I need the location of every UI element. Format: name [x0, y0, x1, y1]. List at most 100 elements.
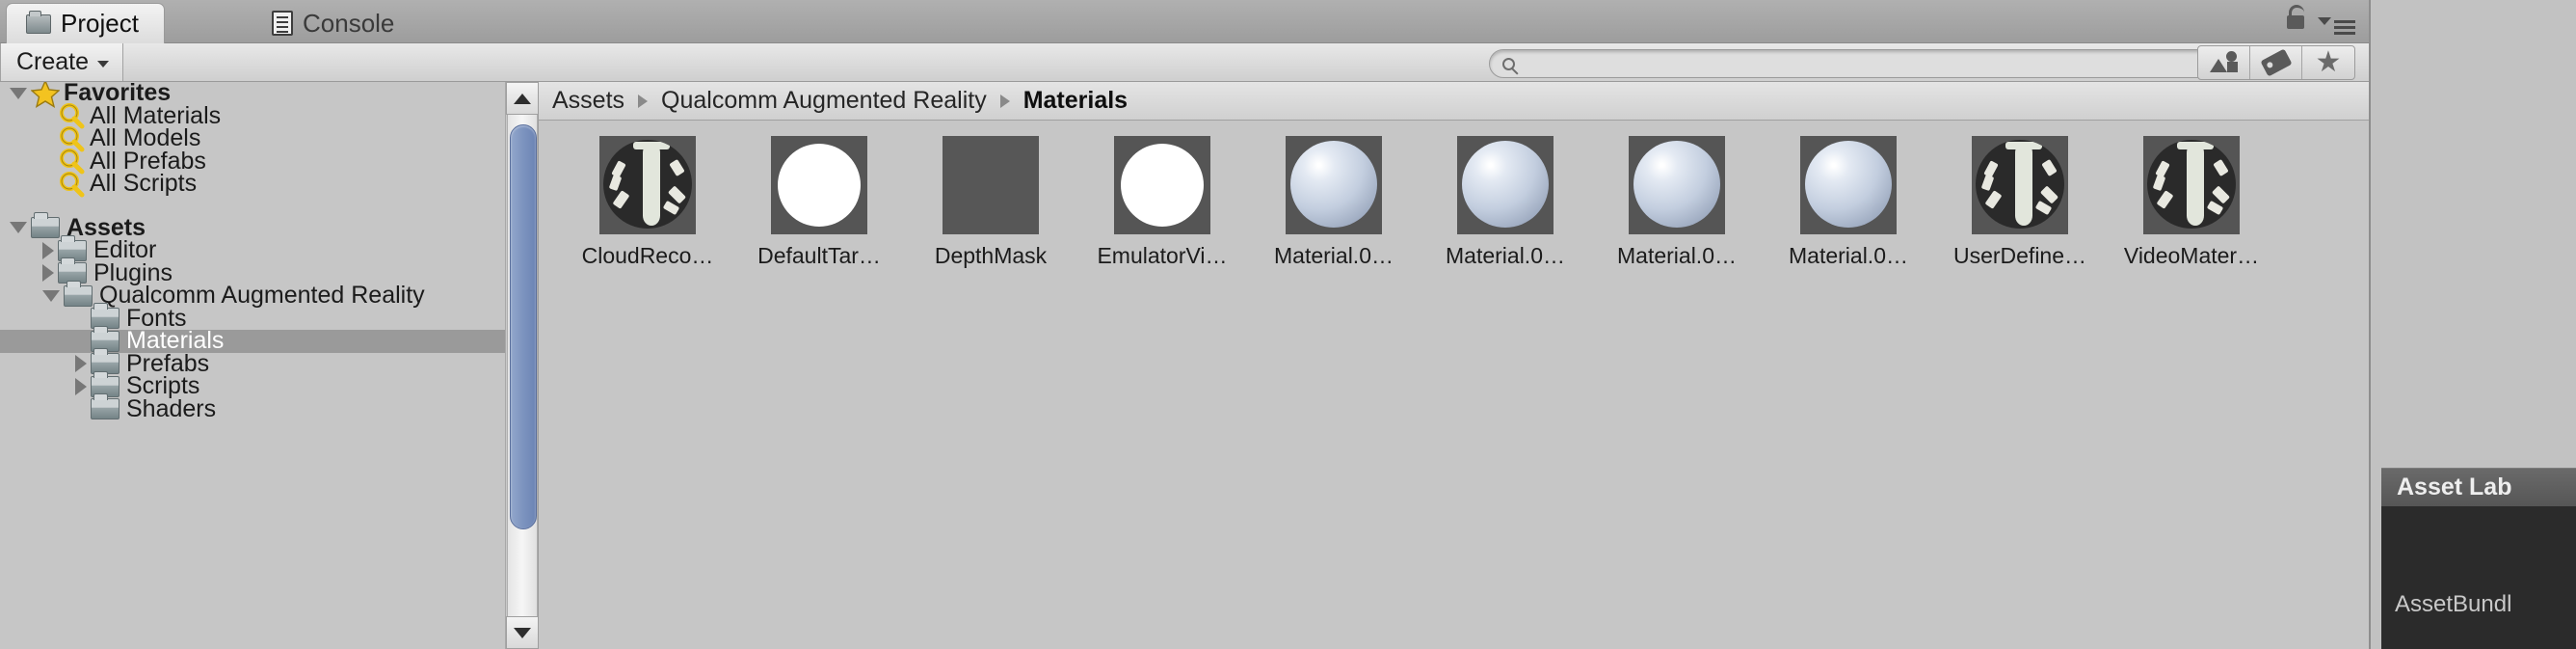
asset-grid: CloudReco… DefaultTar… DepthMask EmulatorVi…	[539, 121, 2369, 649]
scroll-up-arrow-icon[interactable]	[506, 82, 538, 115]
tree-item-qualcomm-augmented-reality[interactable]: Qualcomm Augmented Reality	[0, 280, 538, 309]
search-container	[1489, 49, 2241, 78]
asset-labels-body: AssetBundl	[2381, 506, 2576, 649]
folder-icon	[64, 280, 93, 307]
twirl-placeholder	[75, 409, 87, 410]
twirl-placeholder	[75, 318, 87, 319]
asset-grid-item[interactable]: CloudReco…	[562, 136, 733, 269]
asset-thumbnail	[1114, 136, 1210, 234]
tab-console-label: Console	[303, 8, 395, 38]
asset-item-label: UserDefine…	[1952, 243, 2087, 268]
tree-item-materials[interactable]: Materials	[0, 325, 538, 354]
asset-item-label: Material.0…	[1446, 243, 1565, 268]
marker-texture-sphere-preview	[2147, 140, 2236, 229]
white-sphere-preview	[1121, 144, 1204, 227]
asset-grid-item[interactable]: Material.0…	[1420, 136, 1591, 269]
asset-item-label: DepthMask	[934, 243, 1048, 268]
tree-item-favorites[interactable]: Favorites	[0, 82, 538, 108]
options-menu-icon[interactable]	[2318, 17, 2355, 25]
tree-item-fonts[interactable]: Fonts	[0, 303, 538, 332]
marker-texture-sphere-preview	[603, 140, 692, 229]
asset-grid-item[interactable]: EmulatorVi…	[1076, 136, 1248, 269]
tree-item-all-models[interactable]: All Models	[0, 124, 538, 152]
tree-scrollbar[interactable]	[505, 82, 538, 649]
tree-item-all-materials[interactable]: All Materials	[0, 102, 538, 129]
create-button[interactable]: Create	[0, 43, 124, 81]
scroll-down-arrow-icon[interactable]	[506, 616, 538, 649]
asset-grid-item[interactable]: DefaultTar…	[733, 136, 905, 269]
filter-by-label-button[interactable]	[2250, 46, 2302, 79]
twirl-down-icon[interactable]	[42, 289, 60, 302]
window-controls	[2287, 5, 2355, 29]
asset-item-label: CloudReco…	[581, 243, 714, 268]
shaded-sphere-preview	[1633, 141, 1720, 228]
search-input[interactable]	[1515, 51, 2240, 76]
asset-item-label: DefaultTar…	[757, 243, 881, 268]
tab-project[interactable]: Project	[6, 3, 165, 43]
asset-thumbnail	[771, 136, 867, 234]
tree-item-all-scripts[interactable]: All Scripts	[0, 170, 538, 198]
asset-thumbnail	[1972, 136, 2068, 234]
folder-icon	[91, 393, 120, 420]
twirl-down-icon[interactable]	[10, 222, 27, 234]
breadcrumb-item[interactable]: Qualcomm Augmented Reality	[661, 87, 987, 115]
asset-thumbnail	[943, 136, 1039, 234]
tree-item-label: Shaders	[126, 394, 217, 422]
asset-thumbnail	[1457, 136, 1554, 234]
asset-grid-item[interactable]: Material.0…	[1248, 136, 1420, 269]
asset-item-label: VideoMater…	[2123, 243, 2260, 268]
tab-console[interactable]: Console	[252, 3, 419, 43]
twirl-placeholder	[75, 340, 87, 341]
tree-item-shaders[interactable]: Shaders	[0, 393, 538, 422]
tree-item-label: All Scripts	[90, 170, 198, 198]
folder-tree-pane: Favorites All Materials All Models All Pref…	[0, 82, 538, 649]
asset-thumbnail	[599, 136, 696, 234]
breadcrumb-separator-icon	[638, 94, 649, 108]
filter-favorites-button[interactable]: ★	[2302, 46, 2354, 79]
tree-item-editor[interactable]: Editor	[0, 234, 538, 263]
twirl-right-icon[interactable]	[75, 377, 87, 395]
twirl-placeholder	[42, 138, 54, 139]
twirl-down-icon[interactable]	[10, 87, 27, 99]
tree-scrollbar-track[interactable]	[507, 115, 538, 616]
folder-tree: Favorites All Materials All Models All Pref…	[0, 82, 538, 422]
twirl-right-icon[interactable]	[42, 241, 54, 259]
asset-item-label: Material.0…	[1274, 243, 1394, 268]
twirl-right-icon[interactable]	[75, 355, 87, 373]
tree-scrollbar-thumb[interactable]	[510, 124, 537, 529]
asset-grid-item[interactable]: DepthMask	[905, 136, 1076, 269]
shaded-sphere-preview	[1462, 141, 1549, 228]
window-tab-strip: Project Console	[0, 0, 2369, 43]
breadcrumb-item[interactable]: Materials	[1023, 87, 1128, 115]
tree-item-scripts[interactable]: Scripts	[0, 370, 538, 399]
asset-thumbnail	[1800, 136, 1897, 234]
breadcrumb-item[interactable]: Assets	[552, 87, 624, 115]
twirl-right-icon[interactable]	[42, 264, 54, 283]
tree-item-assets[interactable]: Assets	[0, 212, 538, 241]
tag-icon	[2259, 48, 2293, 77]
twirl-placeholder	[42, 116, 54, 117]
asset-grid-item[interactable]: Material.0…	[1591, 136, 1763, 269]
folder-icon	[26, 10, 51, 34]
folder-icon	[31, 212, 60, 239]
filter-by-type-button[interactable]	[2198, 46, 2250, 79]
tree-item-all-prefabs[interactable]: All Prefabs	[0, 148, 538, 175]
asset-grid-item[interactable]: UserDefine…	[1934, 136, 2106, 269]
shaded-sphere-preview	[1290, 141, 1377, 228]
star-icon: ★	[2315, 46, 2342, 78]
dropdown-caret-icon	[97, 60, 110, 68]
saved-search-icon	[58, 171, 85, 198]
asset-grid-item[interactable]: VideoMater…	[2106, 136, 2277, 269]
asset-item-label: EmulatorVi…	[1097, 243, 1228, 268]
breadcrumb: Assets Qualcomm Augmented Reality Material…	[539, 82, 2369, 121]
tree-item-prefabs[interactable]: Prefabs	[0, 348, 538, 377]
project-toolbar: Create ★	[0, 43, 2369, 82]
shapes-icon	[2209, 51, 2239, 74]
asset-labels-header[interactable]: Asset Lab	[2381, 468, 2576, 506]
search-field[interactable]	[1489, 49, 2241, 78]
search-icon	[1502, 57, 1515, 70]
asset-thumbnail	[1286, 136, 1382, 234]
asset-grid-item[interactable]: Material.0…	[1763, 136, 1934, 269]
twirl-placeholder	[42, 183, 54, 184]
lock-icon[interactable]	[2287, 5, 2304, 29]
